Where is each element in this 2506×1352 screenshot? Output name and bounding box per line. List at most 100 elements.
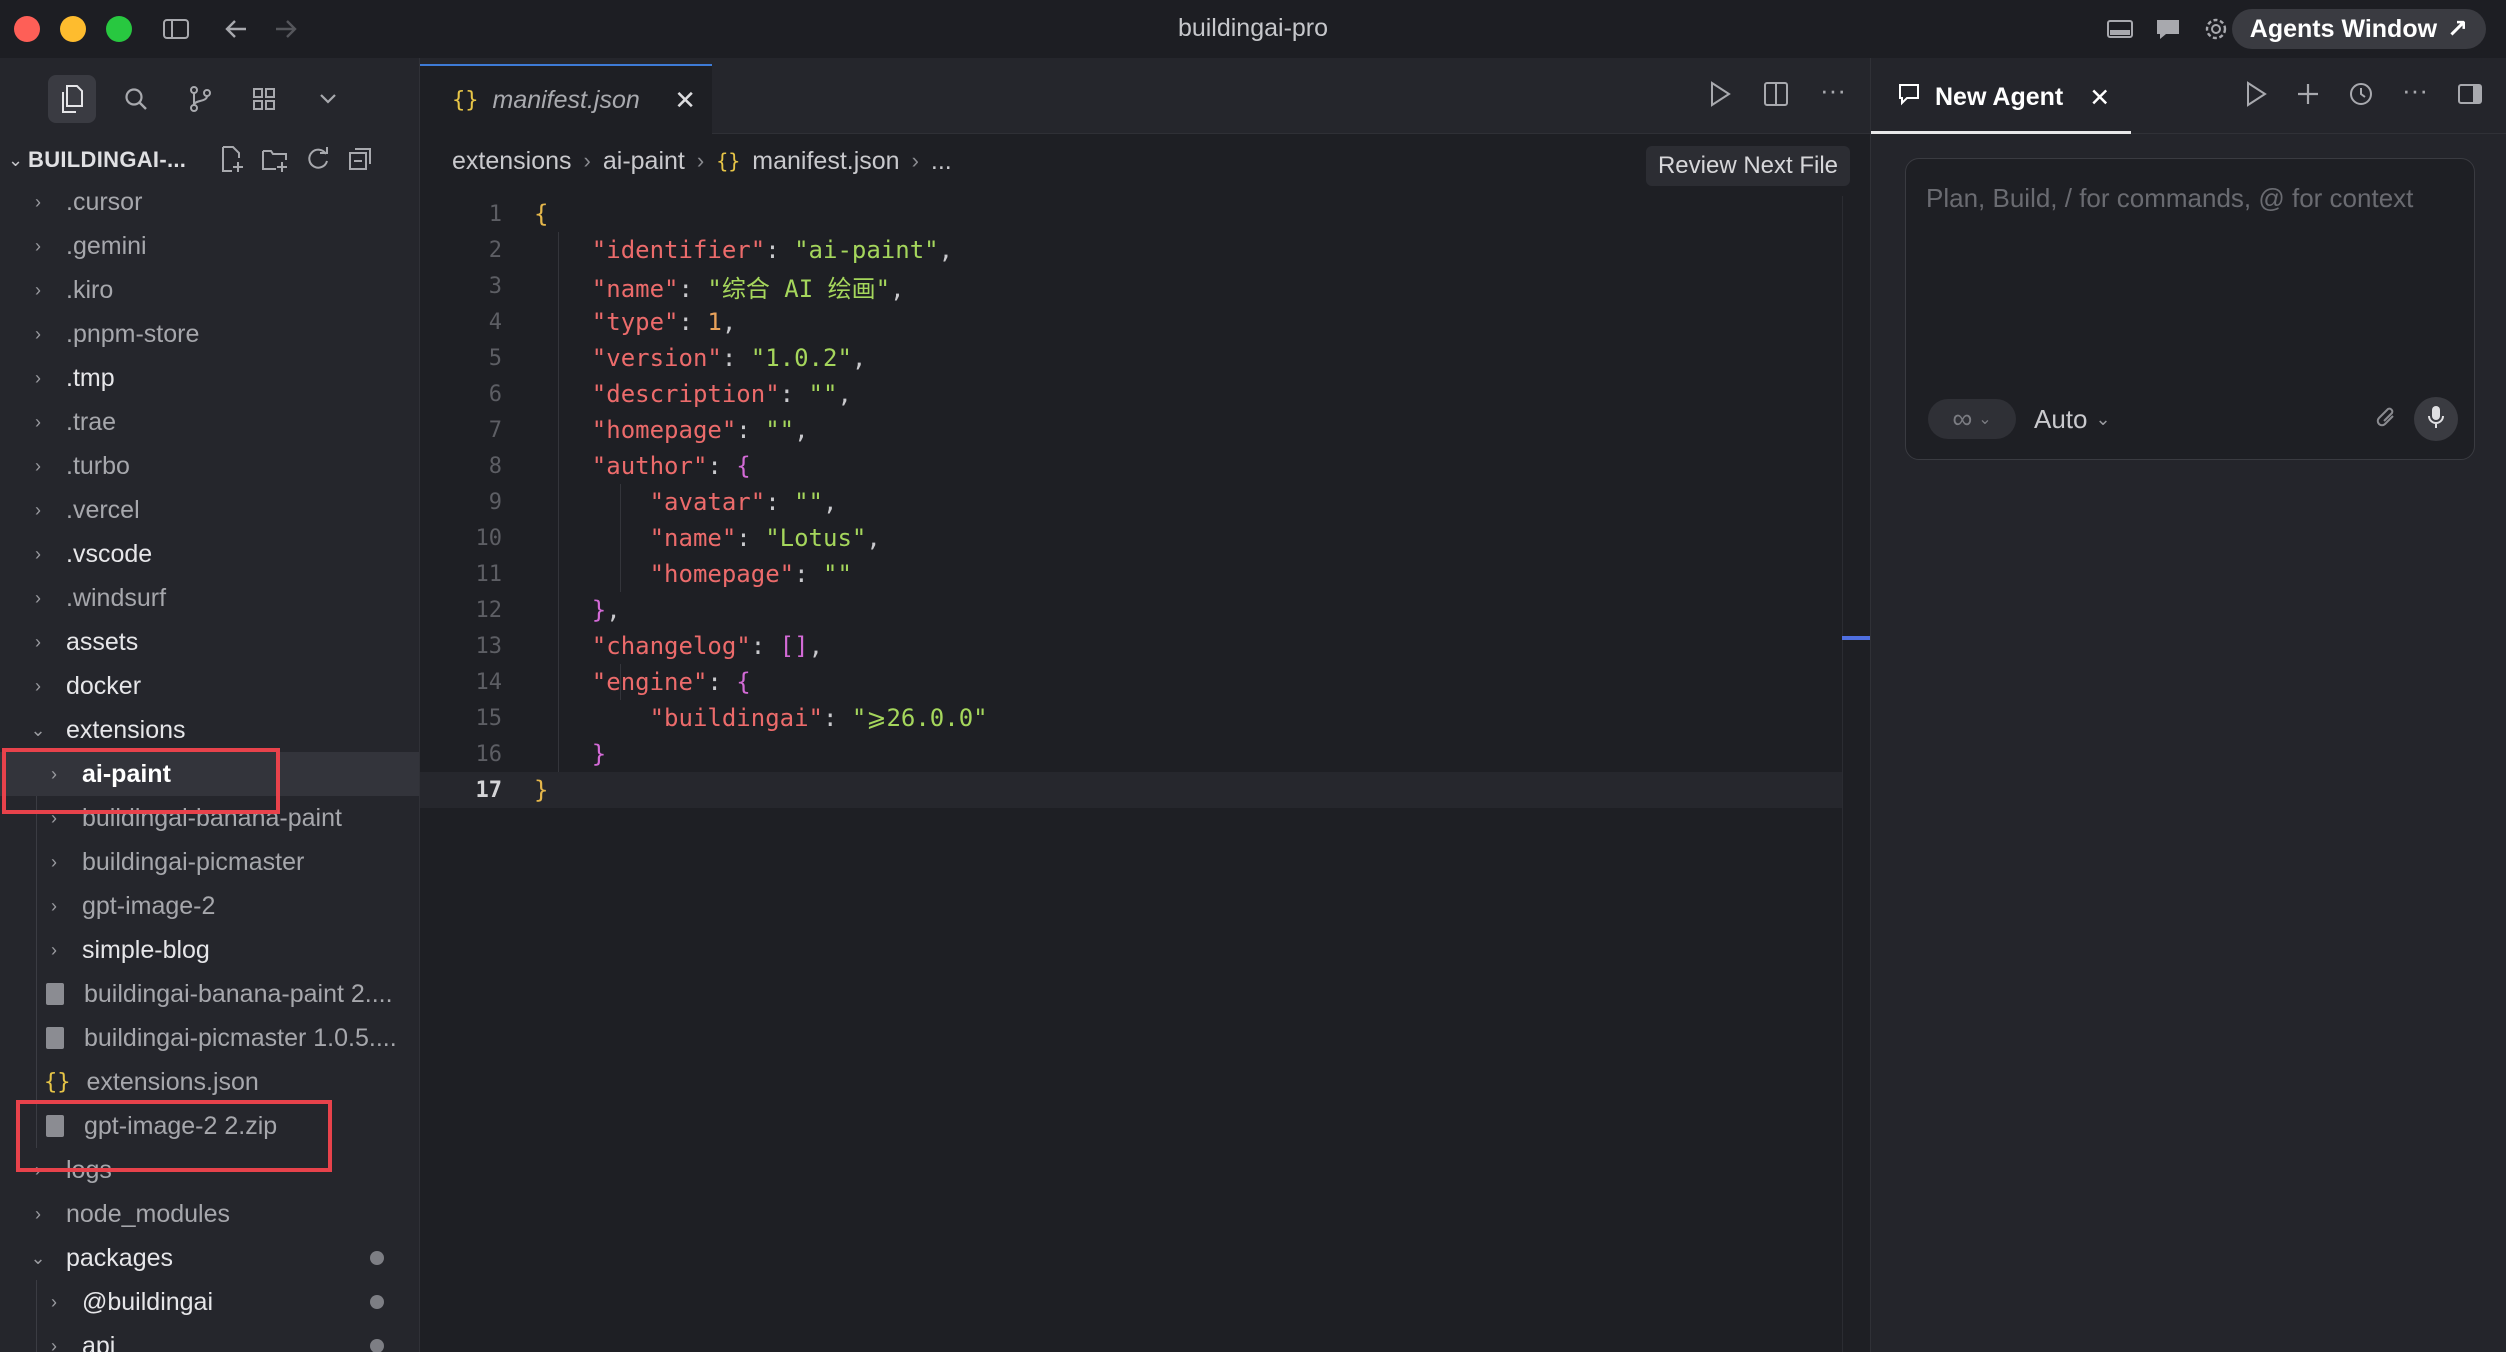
json-key: "avatar" xyxy=(649,488,766,516)
close-icon[interactable]: ✕ xyxy=(2089,83,2110,113)
tree-label: extensions xyxy=(66,715,186,744)
chevron-right-icon: › xyxy=(35,191,41,212)
tree-folder-docker[interactable]: › docker xyxy=(0,664,419,708)
tree-folder-pnpm-store[interactable]: › .pnpm-store xyxy=(0,312,419,356)
explorer-files-icon[interactable] xyxy=(48,75,96,123)
external-arrow-icon: ↗ xyxy=(2447,15,2468,43)
minimize-window-button[interactable] xyxy=(60,16,86,42)
microphone-button[interactable] xyxy=(2414,397,2458,441)
tree-folder-vscode[interactable]: › .vscode xyxy=(0,532,419,576)
tree-label: .windsurf xyxy=(66,583,167,612)
more-icon[interactable]: ··· xyxy=(1820,77,1846,113)
tree-folder-windsurf[interactable]: › .windsurf xyxy=(0,576,419,620)
tree-folder-gemini[interactable]: › .gemini xyxy=(0,224,419,268)
new-file-icon[interactable] xyxy=(218,144,246,179)
tree-folder-trae[interactable]: › .trae xyxy=(0,400,419,444)
sidebar-toolbar xyxy=(0,58,419,140)
toggle-panel-icon[interactable] xyxy=(2456,80,2484,113)
json-key: "name" xyxy=(649,524,737,552)
split-editor-icon[interactable] xyxy=(1762,80,1790,113)
back-arrow-icon[interactable] xyxy=(220,14,252,44)
tree-folder-simple-blog[interactable]: › simple-blog xyxy=(0,928,419,972)
tree-folder-buildingai[interactable]: › @buildingai xyxy=(0,1280,419,1324)
breadcrumb-item[interactable]: manifest.json xyxy=(752,147,899,176)
explorer-sidebar: ⌄ BUILDINGAI-... › .cursor › .gemini › .kir… xyxy=(0,58,420,1352)
code-line: 14 "engine": { xyxy=(420,664,1842,700)
paperclip-icon[interactable] xyxy=(2374,403,2400,438)
agents-window-button[interactable]: Agents Window ↗ xyxy=(2231,9,2486,49)
json-value: "" xyxy=(823,560,852,588)
tab-manifest-json[interactable]: {} manifest.json ✕ xyxy=(420,64,712,134)
tree-folder-node-modules[interactable]: › node_modules xyxy=(0,1192,419,1236)
run-icon[interactable] xyxy=(2244,80,2268,113)
history-clock-icon[interactable] xyxy=(2348,80,2374,113)
source-control-icon[interactable] xyxy=(176,75,224,123)
tree-folder-turbo[interactable]: › .turbo xyxy=(0,444,419,488)
tree-folder-api[interactable]: › api xyxy=(0,1324,419,1352)
tree-folder-picmaster[interactable]: › buildingai-picmaster xyxy=(0,840,419,884)
modified-dot xyxy=(370,1251,384,1265)
tree-folder-packages[interactable]: ⌄ packages xyxy=(0,1236,419,1280)
run-icon[interactable] xyxy=(1708,80,1732,113)
zip-file-icon xyxy=(46,1027,64,1049)
chevron-right-icon: › xyxy=(35,455,41,476)
chevron-right-icon: › xyxy=(35,587,41,608)
line-number: 7 xyxy=(488,417,502,443)
tree-folder-tmp[interactable]: › .tmp xyxy=(0,356,419,400)
code-line: 15 "buildingai": "⩾26.0.0" xyxy=(420,700,1842,736)
explorer-root-header[interactable]: ⌄ BUILDINGAI-... xyxy=(0,140,419,180)
search-icon[interactable] xyxy=(112,75,160,123)
title-bar: buildingai-pro Agents Window ↗ xyxy=(0,0,2506,58)
toggle-sidebar-icon[interactable] xyxy=(160,14,192,44)
tree-file-extensions-json[interactable]: {} extensions.json xyxy=(0,1060,419,1104)
tree-folder-kiro[interactable]: › .kiro xyxy=(0,268,419,312)
line-number: 2 xyxy=(488,237,502,263)
breadcrumb-item[interactable]: extensions xyxy=(452,147,572,176)
json-value: "1.0.2" xyxy=(750,344,852,372)
editor-scrollbar[interactable] xyxy=(1842,196,1870,1352)
more-icon[interactable]: ··· xyxy=(2402,77,2428,113)
tree-file-picmaster-zip[interactable]: buildingai-picmaster 1.0.5.... xyxy=(0,1016,419,1060)
close-window-button[interactable] xyxy=(14,16,40,42)
code-line: 9 "avatar": "", xyxy=(420,484,1842,520)
tree-label: .pnpm-store xyxy=(66,319,200,348)
code-editor[interactable]: 1{ 2 "identifier": "ai-paint", 3 "name":… xyxy=(420,196,1842,808)
refresh-icon[interactable] xyxy=(304,144,332,179)
json-key: "description" xyxy=(591,380,780,408)
tree-folder-vercel[interactable]: › .vercel xyxy=(0,488,419,532)
tree-label: buildingai-picmaster 1.0.5.... xyxy=(84,1023,397,1052)
line-number: 8 xyxy=(488,453,502,479)
tree-folder-gpt-image-2[interactable]: › gpt-image-2 xyxy=(0,884,419,928)
breadcrumb-item[interactable]: ai-paint xyxy=(603,147,685,176)
code-line: 6 "description": "", xyxy=(420,376,1842,412)
close-icon[interactable]: ✕ xyxy=(674,85,696,116)
breadcrumb-item[interactable]: ... xyxy=(931,147,952,176)
chevron-right-icon: › xyxy=(51,895,57,916)
code-line: 16 } xyxy=(420,736,1842,772)
tree-file-banana-paint-zip[interactable]: buildingai-banana-paint 2.... xyxy=(0,972,419,1016)
tree-folder-assets[interactable]: › assets xyxy=(0,620,419,664)
collapse-all-icon[interactable] xyxy=(346,144,374,179)
json-value: "" xyxy=(765,416,795,444)
json-value: [] xyxy=(779,632,809,660)
review-next-file-button[interactable]: Review Next File xyxy=(1645,146,1850,186)
chat-icon[interactable] xyxy=(2152,14,2184,44)
extensions-icon[interactable] xyxy=(240,75,288,123)
agent-prompt-input[interactable] xyxy=(1926,177,2454,297)
tab-new-agent[interactable]: New Agent ✕ xyxy=(1871,64,2131,134)
zoom-window-button[interactable] xyxy=(106,16,132,42)
settings-gear-icon[interactable] xyxy=(2200,14,2232,44)
plus-icon[interactable] xyxy=(2296,80,2320,113)
panel-layout-icon[interactable] xyxy=(2104,14,2136,44)
tree-folder-cursor[interactable]: › .cursor xyxy=(0,180,419,224)
new-folder-icon[interactable] xyxy=(260,144,290,179)
tree-label: node_modules xyxy=(66,1199,231,1228)
model-selector[interactable]: Auto ⌄ xyxy=(2034,399,2111,439)
tree-label: buildingai-picmaster xyxy=(82,847,305,876)
mode-selector[interactable]: ∞ ⌄ xyxy=(1928,399,2016,439)
json-key: "homepage" xyxy=(591,416,737,444)
chevron-down-icon[interactable] xyxy=(304,75,352,123)
tree-folder-extensions[interactable]: ⌄ extensions xyxy=(0,708,419,752)
forward-arrow-icon[interactable] xyxy=(270,14,302,44)
tab-label: manifest.json xyxy=(492,85,640,114)
